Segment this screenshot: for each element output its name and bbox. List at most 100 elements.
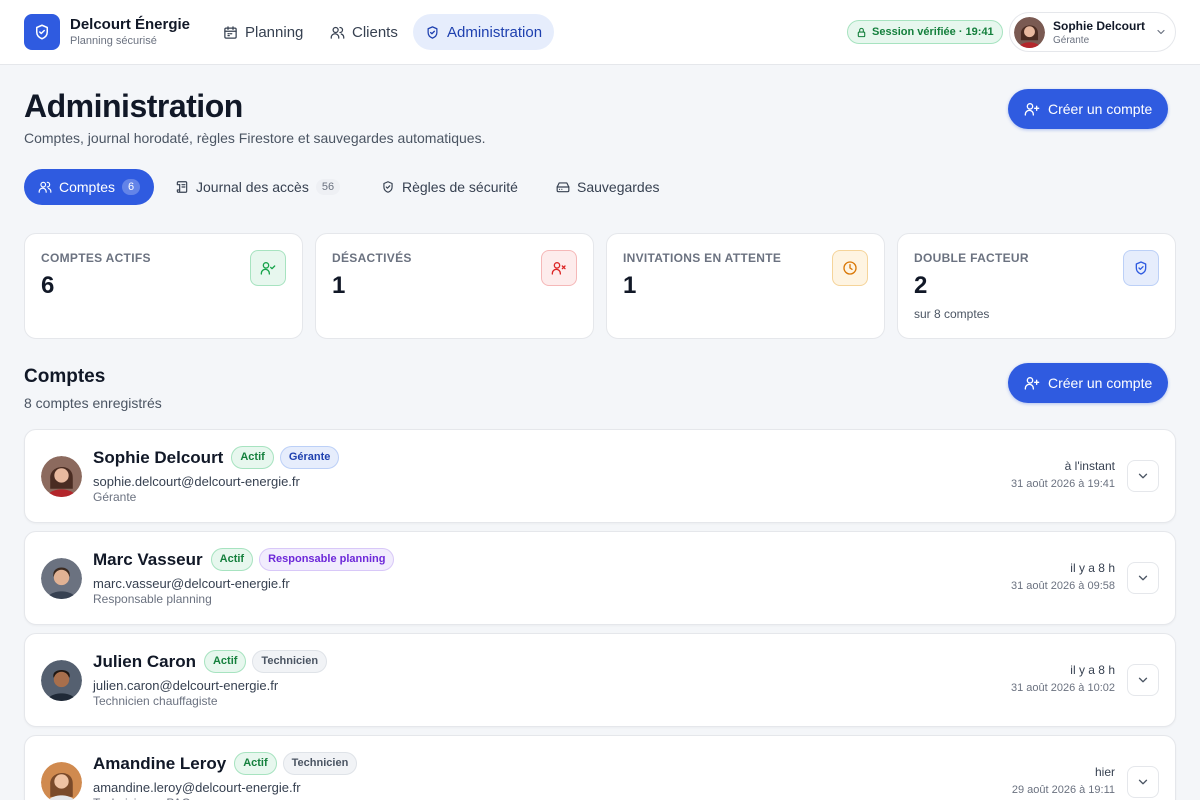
account-name: Julien Caron	[93, 651, 196, 671]
page-title: Administration	[24, 88, 243, 124]
user-plus-icon	[1024, 377, 1040, 390]
account-row[interactable]: Sophie Delcourt Actif Gérante sophie.del…	[24, 429, 1176, 523]
stat-label: Double facteur	[914, 251, 1029, 265]
stat-value: 6	[41, 272, 55, 299]
account-email: amandine.leroy@delcourt-energie.fr	[93, 780, 301, 795]
stat-card-active: Comptes actifs 6	[24, 233, 303, 339]
status-badge: Actif	[203, 650, 247, 673]
last-seen-date: 31 août 2026 à 10:02	[1011, 682, 1115, 694]
shield-icon	[383, 181, 393, 193]
status-badge: Actif	[234, 752, 277, 775]
last-seen: à l'instant	[1064, 459, 1115, 473]
create-account-button[interactable]: Créer un compte	[1008, 89, 1169, 129]
last-seen: il y a 8 h	[1070, 561, 1115, 575]
last-seen-date: 29 août 2026 à 19:11	[1011, 784, 1115, 796]
account-name-row: Julien Caron Actif Technicien	[93, 650, 328, 673]
brand-subtitle: Planning sécurisé	[70, 35, 157, 47]
stat-value: 1	[332, 272, 346, 299]
account-row[interactable]: Amandine Leroy Actif Technicien amandine…	[24, 735, 1176, 800]
account-role: Gérante	[93, 490, 137, 504]
user-name: Sophie Delcourt	[1053, 19, 1146, 33]
nav-planning[interactable]: Planning	[211, 14, 315, 50]
stat-value: 2	[914, 272, 928, 299]
role-badge: Responsable planning	[259, 548, 395, 571]
top-bar: Delcourt Énergie Planning sécurisé Plann…	[0, 0, 1200, 65]
account-row[interactable]: Marc Vasseur Actif Responsable planning …	[24, 531, 1176, 625]
shield-icon	[427, 25, 438, 39]
stat-label: Invitations en attente	[623, 251, 782, 265]
shield-check-icon	[1123, 250, 1159, 286]
role-badge: Technicien	[282, 752, 358, 775]
nav-administration[interactable]: Administration	[413, 14, 555, 50]
stat-card-2fa: Double facteur 2 sur 8 comptes	[897, 233, 1176, 339]
nav-administration-label: Administration	[447, 23, 543, 41]
app-logo[interactable]	[24, 14, 60, 50]
last-seen-date: 31 août 2026 à 19:41	[1011, 478, 1115, 490]
chevron-down-icon	[1138, 473, 1148, 479]
expand-button[interactable]	[1127, 460, 1159, 492]
user-plus-icon	[1024, 103, 1040, 116]
account-name-row: Sophie Delcourt Actif Gérante	[93, 446, 340, 469]
expand-button[interactable]	[1127, 562, 1159, 594]
stat-label: Désactivés	[332, 251, 412, 265]
hard-drive-icon	[556, 182, 570, 193]
account-name-row: Amandine Leroy Actif Technicien	[93, 752, 358, 775]
avatar	[1014, 17, 1045, 48]
account-name-row: Marc Vasseur Actif Responsable planning	[93, 548, 395, 571]
clock-icon	[832, 250, 868, 286]
scroll-icon	[176, 181, 188, 193]
account-role: Responsable planning	[93, 592, 212, 606]
user-role: Gérante	[1053, 35, 1090, 46]
chevron-down-icon	[1138, 779, 1148, 785]
nav-planning-label: Planning	[245, 23, 304, 41]
create-account-button-secondary[interactable]: Créer un compte	[1008, 363, 1169, 403]
account-name: Amandine Leroy	[93, 753, 227, 773]
lock-icon	[857, 27, 866, 37]
stat-note: sur 8 comptes	[914, 307, 990, 321]
stat-value: 1	[623, 272, 637, 299]
avatar	[41, 558, 82, 599]
status-badge: Actif	[210, 548, 254, 571]
avatar	[41, 456, 82, 497]
create-account-label: Créer un compte	[1048, 101, 1153, 117]
user-x-icon	[541, 250, 577, 286]
chevron-down-icon	[1138, 575, 1148, 581]
users-icon	[38, 181, 52, 193]
user-check-icon	[250, 250, 286, 286]
last-seen-date: 31 août 2026 à 09:58	[1011, 580, 1115, 592]
stat-label: Comptes actifs	[41, 251, 151, 265]
nav-clients-label: Clients	[352, 23, 398, 41]
tab-sauvegardes[interactable]: Sauvegardes	[542, 169, 674, 205]
account-email: julien.caron@delcourt-energie.fr	[93, 678, 279, 693]
create-account-label: Créer un compte	[1048, 375, 1153, 391]
section-subtitle: 8 comptes enregistrés	[24, 395, 162, 411]
account-name: Marc Vasseur	[93, 549, 203, 569]
tab-comptes-count: 6	[122, 179, 141, 195]
last-seen: hier	[1094, 765, 1115, 779]
tab-journal-count: 56	[315, 179, 341, 195]
shield-icon	[36, 24, 48, 40]
tab-sauvegardes-label: Sauvegardes	[577, 179, 660, 195]
avatar	[41, 762, 82, 800]
tab-regles-label: Règles de sécurité	[402, 179, 518, 195]
tab-journal[interactable]: Journal des accès 56	[161, 169, 354, 205]
last-seen: il y a 8 h	[1070, 663, 1115, 677]
nav-clients[interactable]: Clients	[318, 14, 410, 50]
avatar	[41, 660, 82, 701]
session-badge: Session vérifiée · 19:41	[847, 20, 1003, 44]
role-badge: Technicien	[252, 650, 328, 673]
tab-comptes[interactable]: Comptes 6	[24, 169, 155, 205]
page-subtitle: Comptes, journal horodaté, règles Firest…	[24, 130, 486, 146]
account-name: Sophie Delcourt	[93, 447, 224, 467]
stat-card-invitations: Invitations en attente 1	[606, 233, 885, 339]
expand-button[interactable]	[1127, 766, 1159, 798]
status-badge: Actif	[231, 446, 274, 469]
expand-button[interactable]	[1127, 664, 1159, 696]
account-row[interactable]: Julien Caron Actif Technicien julien.car…	[24, 633, 1176, 727]
tab-regles[interactable]: Règles de sécurité	[367, 169, 532, 205]
role-badge: Gérante	[279, 446, 340, 469]
brand-name: Delcourt Énergie	[70, 16, 191, 33]
tab-comptes-label: Comptes	[59, 179, 116, 195]
user-menu[interactable]: Sophie Delcourt Gérante	[1009, 12, 1176, 52]
stat-card-disabled: Désactivés 1	[315, 233, 594, 339]
